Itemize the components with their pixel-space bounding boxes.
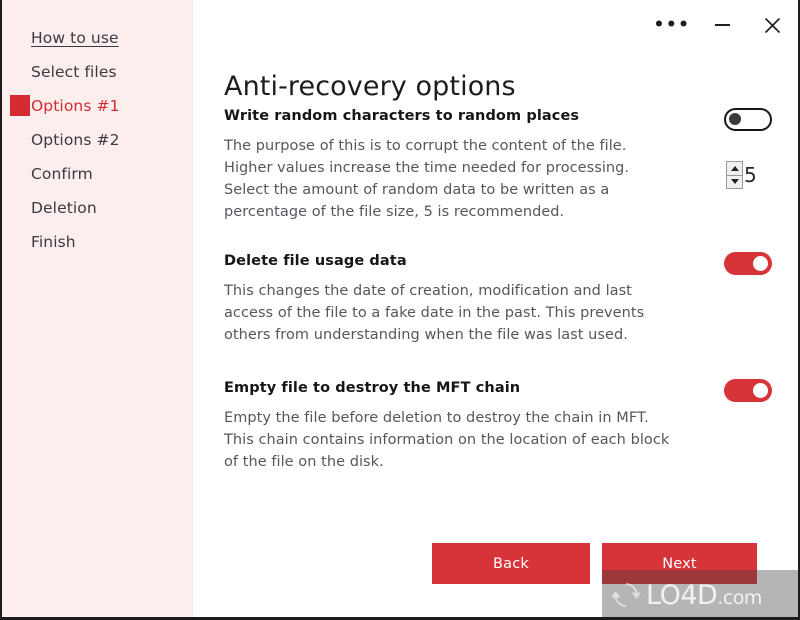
window-controls: ••• xyxy=(650,8,790,42)
main-content-panel: ••• Anti-recovery options Write random c… xyxy=(193,0,798,617)
option-block-empty-file-mft-chain: Empty file to destroy the MFT chain Empt… xyxy=(224,380,764,473)
sidebar-item-options-1[interactable]: Options #1 xyxy=(2,89,193,122)
chevron-up-icon xyxy=(730,165,739,171)
minimize-button[interactable] xyxy=(704,8,740,42)
toggle-empty-file-mft-chain[interactable] xyxy=(724,379,772,402)
sidebar-item-label: Finish xyxy=(31,232,76,251)
more-options-button[interactable]: ••• xyxy=(653,8,691,42)
sidebar-item-label: Deletion xyxy=(31,198,97,217)
active-step-marker xyxy=(10,95,30,116)
toggle-knob xyxy=(753,256,768,271)
toggle-delete-file-usage-data[interactable] xyxy=(724,252,772,275)
chevron-down-icon xyxy=(730,179,739,185)
sidebar-item-label: How to use xyxy=(31,28,119,47)
option-description: Empty the file before deletion to destro… xyxy=(224,410,670,470)
sidebar-item-label: Options #2 xyxy=(31,130,120,149)
minimize-icon xyxy=(714,24,730,26)
close-icon xyxy=(764,17,781,34)
option-heading: Empty file to destroy the MFT chain xyxy=(224,380,521,396)
sidebar-item-finish[interactable]: Finish xyxy=(2,225,193,258)
application-window: How to use Select files Options #1 Optio… xyxy=(0,0,800,620)
stepper-increment-button[interactable] xyxy=(727,162,742,176)
toggle-knob xyxy=(729,113,741,125)
back-button[interactable]: Back xyxy=(432,543,590,584)
option-heading: Delete file usage data xyxy=(224,253,407,269)
page-title: Anti-recovery options xyxy=(224,71,516,103)
option-description: The purpose of this is to corrupt the co… xyxy=(224,138,630,220)
next-button[interactable]: Next xyxy=(602,543,757,584)
stepper-decrement-button[interactable] xyxy=(727,176,742,189)
stepper-value[interactable]: 5 xyxy=(744,165,757,185)
toggle-write-random-characters[interactable] xyxy=(724,108,772,131)
wizard-step-sidebar: How to use Select files Options #1 Optio… xyxy=(2,0,193,617)
sidebar-item-options-2[interactable]: Options #2 xyxy=(2,123,193,156)
close-button[interactable] xyxy=(754,8,790,42)
option-block-write-random-characters: Write random characters to random places… xyxy=(224,108,764,223)
option-description: This changes the date of creation, modif… xyxy=(224,283,645,343)
sidebar-item-label: Options #1 xyxy=(31,96,120,115)
sidebar-item-how-to-use[interactable]: How to use xyxy=(2,21,193,54)
random-data-percentage-stepper[interactable]: 5 xyxy=(726,161,757,189)
stepper-buttons[interactable] xyxy=(726,161,743,189)
option-heading: Write random characters to random places xyxy=(224,108,580,124)
sidebar-item-deletion[interactable]: Deletion xyxy=(2,191,193,224)
ellipsis-icon: ••• xyxy=(653,15,691,35)
option-block-delete-file-usage-data: Delete file usage data This changes the … xyxy=(224,253,764,346)
sidebar-item-confirm[interactable]: Confirm xyxy=(2,157,193,190)
sidebar-item-label: Select files xyxy=(31,62,117,81)
sidebar-item-label: Confirm xyxy=(31,164,93,183)
toggle-knob xyxy=(753,383,768,398)
sidebar-item-select-files[interactable]: Select files xyxy=(2,55,193,88)
